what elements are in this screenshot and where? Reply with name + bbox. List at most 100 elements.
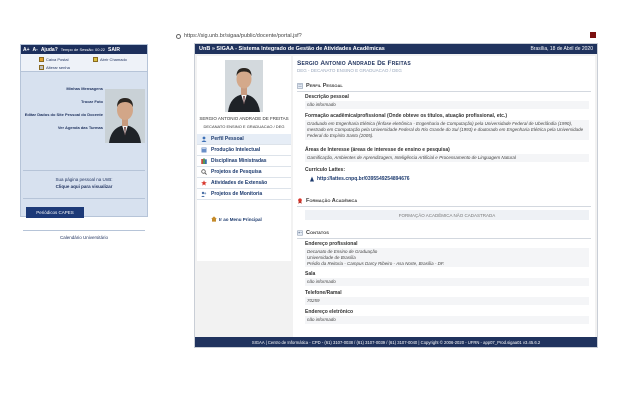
books-icon bbox=[201, 158, 207, 164]
profile-photo bbox=[225, 60, 263, 112]
inbox-label: Caixa Postal bbox=[46, 56, 69, 62]
descricao-value: não informado bbox=[305, 101, 589, 109]
mail-icon bbox=[39, 56, 44, 62]
list-icon bbox=[297, 82, 303, 89]
sidebar-item-monitoria[interactable]: Projetos de Monitoria bbox=[197, 189, 291, 200]
telefone-label: Telefone/Ramal bbox=[305, 290, 342, 296]
left-quick-menu: Caixa Postal Abrir Chamado Alterar senha bbox=[21, 54, 147, 72]
star-icon bbox=[201, 180, 207, 186]
sidebar-item-label: Disciplinas Ministradas bbox=[211, 158, 267, 164]
sidebar-item-label: Perfil Pessoal bbox=[211, 136, 244, 142]
personal-page-text: Sua página pessoal na UnB: bbox=[55, 177, 113, 182]
section-perfil-title: Perfil Pessoal bbox=[306, 82, 343, 89]
calendar-link[interactable]: Calendário Universitário bbox=[23, 235, 145, 240]
formacao-empty: FORMAÇÃO ACADÊMICA NÃO CADASTRADA bbox=[305, 210, 589, 220]
change-password-label: Alterar senha bbox=[46, 64, 70, 70]
footer: SIGAA | Centro de Informática - CPD - (6… bbox=[195, 337, 597, 347]
lattes-link[interactable]: http://lattes.cnpq.br/0395549254894676 bbox=[309, 176, 410, 182]
change-photo-link[interactable]: Trocar Foto bbox=[23, 99, 103, 104]
left-links: Minhas Mensagens Trocar Foto Editar Dado… bbox=[23, 86, 103, 138]
lattes-label: Currículo Lattes: bbox=[305, 167, 346, 173]
left-divider bbox=[23, 170, 145, 171]
person-photo-icon bbox=[105, 89, 145, 143]
endereco-value: Decanato de Ensino de Graduação Universi… bbox=[305, 248, 589, 267]
class-schedule-link[interactable]: Ver Agenda das Turmas bbox=[23, 125, 103, 130]
sidebar-item-label: Atividades de Extensão bbox=[211, 180, 268, 186]
sidebar-menu: Perfil Pessoal Produção Intelectual Disc… bbox=[197, 134, 291, 200]
email-label: Endereço eletrônico bbox=[305, 309, 354, 315]
contact-icon bbox=[297, 230, 303, 235]
edit-site-link[interactable]: Editar Dados do Site Pessoal do Docente bbox=[23, 112, 103, 117]
change-password-link[interactable]: Alterar senha bbox=[39, 63, 70, 71]
section-contatos: Contatos bbox=[297, 228, 329, 237]
user-icon bbox=[201, 136, 207, 142]
section-divider bbox=[297, 91, 591, 92]
header-date: Brasília, 18 de Abril de 2020 bbox=[530, 46, 593, 52]
sala-value: não informado bbox=[305, 278, 589, 286]
areas-label: Áreas de Interesse (áreas de interesse d… bbox=[305, 147, 450, 153]
exit-link[interactable]: SAIR bbox=[108, 47, 120, 53]
endereco-line-3: Prédio da Reitoria - Campus Darcy Ribeir… bbox=[307, 260, 445, 266]
page-title: Sergio Antonio Andrade De Freitas bbox=[297, 60, 411, 67]
left-divider-2 bbox=[23, 198, 145, 199]
left-divider-3 bbox=[23, 230, 145, 231]
inbox-link[interactable]: Caixa Postal bbox=[39, 55, 68, 63]
ticket-icon bbox=[93, 56, 98, 62]
formacao-label: Formação acadêmica/profissional (Onde ob… bbox=[305, 113, 507, 119]
sidebar-item-label: Projetos de Monitoria bbox=[211, 191, 263, 197]
sidebar-item-producao[interactable]: Produção Intelectual bbox=[197, 145, 291, 156]
sidebar-item-label: Projetos de Pesquisa bbox=[211, 169, 262, 175]
main-content: Sergio Antonio Andrade De Freitas DEG - … bbox=[293, 56, 595, 341]
personal-page-link[interactable]: Clique aqui para visualizar bbox=[23, 183, 145, 190]
url-bar[interactable]: https://sig.unb.br/sigaa/public/docente/… bbox=[176, 31, 601, 41]
sidebar-item-disciplinas[interactable]: Disciplinas Ministradas bbox=[197, 156, 291, 167]
section-divider bbox=[297, 206, 591, 207]
left-profile-photo bbox=[105, 89, 145, 143]
capes-button[interactable]: Periódicos CAPES bbox=[26, 207, 84, 218]
sidebar-item-pesquisa[interactable]: Projetos de Pesquisa bbox=[197, 167, 291, 178]
open-ticket-label: Abrir Chamado bbox=[100, 56, 127, 62]
research-icon bbox=[201, 169, 207, 175]
lattes-url[interactable]: http://lattes.cnpq.br/0395549254894676 bbox=[317, 176, 410, 182]
sidebar-item-extensao[interactable]: Atividades de Extensão bbox=[197, 178, 291, 189]
section-divider bbox=[297, 238, 591, 239]
header-title: UnB » SIGAA - Sistema Integrado de Gestã… bbox=[199, 46, 385, 52]
book-icon bbox=[201, 147, 207, 153]
home-icon bbox=[211, 216, 217, 222]
section-formacao-title: Formação Acadêmica bbox=[306, 197, 358, 204]
areas-value: Gamificação, Ambientes de Aprendizagem, … bbox=[305, 154, 589, 162]
url-text[interactable]: https://sig.unb.br/sigaa/public/docente/… bbox=[184, 33, 302, 39]
my-messages-link[interactable]: Minhas Mensagens bbox=[23, 86, 103, 91]
section-formacao: Formação Acadêmica bbox=[297, 196, 357, 205]
sala-label: Sala bbox=[305, 271, 316, 277]
left-panel-body: Minhas Mensagens Trocar Foto Editar Dado… bbox=[21, 72, 147, 240]
back-menu-link[interactable]: Ir ao Menu Principal bbox=[211, 216, 262, 222]
lattes-icon bbox=[310, 176, 314, 182]
site-info-icon[interactable] bbox=[176, 33, 181, 39]
section-perfil: Perfil Pessoal bbox=[297, 81, 343, 90]
sidebar: SERGIO ANTONIO ANDRADE DE FREITAS DECANA… bbox=[197, 56, 291, 261]
left-top-bar: A+ A- Ajuda? Tempo de Sessão: 00:22 SAIR bbox=[21, 45, 147, 54]
left-portal-panel: A+ A- Ajuda? Tempo de Sessão: 00:22 SAIR… bbox=[20, 44, 148, 240]
endereco-label: Endereço profissional bbox=[305, 241, 358, 247]
sidebar-item-label: Produção Intelectual bbox=[211, 147, 261, 153]
extension-icon[interactable] bbox=[590, 32, 596, 38]
font-increase-button[interactable]: A+ bbox=[23, 47, 30, 53]
sigaa-header: UnB » SIGAA - Sistema Integrado de Gestã… bbox=[195, 44, 597, 54]
email-value: não informado bbox=[305, 316, 589, 324]
page-subtitle: DEG - DECANATO ENSINO E GRADUACAO / DEG bbox=[297, 68, 402, 73]
open-ticket-link[interactable]: Abrir Chamado bbox=[93, 55, 127, 63]
help-link[interactable]: Ajuda? bbox=[41, 47, 58, 53]
sidebar-name: SERGIO ANTONIO ANDRADE DE FREITAS bbox=[199, 116, 289, 121]
sidebar-item-perfil[interactable]: Perfil Pessoal bbox=[197, 134, 291, 145]
person-photo-icon bbox=[225, 60, 263, 112]
telefone-value: 70259 bbox=[305, 297, 589, 305]
personal-page-block: Sua página pessoal na UnB: Clique aqui p… bbox=[23, 176, 145, 190]
session-timer: Tempo de Sessão: 00:22 bbox=[60, 47, 106, 52]
section-contatos-title: Contatos bbox=[306, 229, 329, 236]
formacao-value: Graduado em Engenharia Elétrica (ênfase … bbox=[305, 120, 589, 140]
font-decrease-button[interactable]: A- bbox=[33, 47, 38, 53]
award-icon bbox=[298, 197, 302, 204]
back-menu-label: Ir ao Menu Principal bbox=[219, 216, 262, 222]
sidebar-dept: DECANATO ENSINO E GRADUACAO / DEG bbox=[203, 124, 285, 129]
